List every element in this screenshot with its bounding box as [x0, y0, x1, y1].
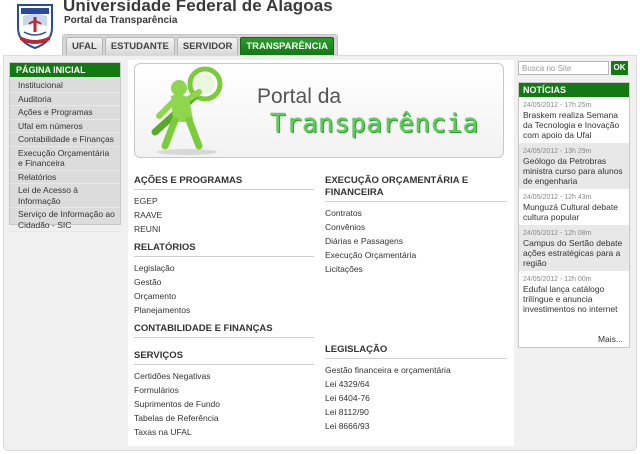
news-panel: NOTÍCIAS 24/05/2012 - 17h 25m Braskem re… — [518, 82, 630, 348]
news-item: 24/05/2012 - 12h 08m Campus do Sertão de… — [519, 225, 629, 271]
servicos-item-taxas[interactable]: Taxas na UFAL — [134, 425, 314, 439]
main-content: Portal da Transparência AÇÕES E PROGRAMA… — [128, 60, 514, 446]
legislacao-item-lei-8666[interactable]: Lei 8666/93 — [325, 419, 507, 433]
tab-ufal[interactable]: UFAL — [66, 37, 103, 55]
news-date: 24/05/2012 - 12h 43m — [523, 194, 592, 201]
news-item: 24/05/2012 - 12h 00m Edufal lança catálo… — [519, 271, 629, 317]
sidebar-item-sic[interactable]: Serviço de Informação ao Cidadão - SIC — [10, 208, 120, 232]
news-more-link[interactable]: Mais... — [598, 334, 623, 344]
search-button[interactable]: OK — [611, 61, 628, 75]
news-link[interactable]: Edufal lança catálogo trilíngue e anunci… — [523, 284, 626, 314]
main-tabs: UFAL ESTUDANTE SERVIDOR TRANSPARÊNCIA — [62, 34, 338, 56]
execucao-item-diarias[interactable]: Diárias e Passagens — [325, 234, 507, 248]
acoes-list: EGEP RAAVE REUNI — [134, 194, 314, 236]
news-link[interactable]: Munguzá Cultural debate cultura popular — [523, 202, 626, 222]
relatorios-item-orcamento[interactable]: Orçamento — [134, 289, 314, 303]
sidebar-item-execucao[interactable]: Execução Orçamentária e Financeira — [10, 147, 120, 171]
news-date: 24/05/2012 - 12h 00m — [523, 276, 592, 283]
relatorios-item-planejamentos[interactable]: Planejamentos — [134, 303, 314, 317]
ufal-logo[interactable] — [14, 2, 56, 50]
section-title-acoes[interactable]: AÇÕES E PROGRAMAS — [134, 175, 314, 190]
banner-title-line1: Portal da — [257, 85, 342, 108]
sidebar-menu: Institucional Auditoria Ações e Programa… — [10, 77, 120, 232]
left-sidebar: PÁGINA INICIAL Institucional Auditoria A… — [9, 62, 121, 232]
execucao-item-contratos[interactable]: Contratos — [325, 206, 507, 220]
sidebar-item-lei-acesso[interactable]: Lei de Acesso à Informação — [10, 184, 120, 208]
execucao-list: Contratos Convênios Diárias e Passagens … — [325, 206, 507, 276]
news-item: 24/05/2012 - 17h 25m Braskem realiza Sem… — [519, 97, 629, 143]
sidebar-item-institucional[interactable]: Institucional — [10, 79, 120, 93]
banner-title-line2: Transparência — [270, 109, 479, 139]
site-title: Universidade Federal de Alagoas — [63, 0, 333, 15]
legislacao-list: Gestão financeira e orçamentária Lei 432… — [325, 363, 507, 433]
sidebar-item-ufal-numeros[interactable]: Ufal em números — [10, 120, 120, 133]
news-item: 24/05/2012 - 12h 43m Munguzá Cultural de… — [519, 189, 629, 225]
tab-transparencia[interactable]: TRANSPARÊNCIA — [240, 37, 334, 55]
left-column: AÇÕES E PROGRAMAS EGEP RAAVE REUNI RELAT… — [134, 175, 314, 443]
site-subtitle: Portal da Transparência — [64, 15, 178, 26]
tab-estudante[interactable]: ESTUDANTE — [104, 37, 175, 55]
news-link[interactable]: Geólogo da Petrobras ministra curso para… — [523, 156, 626, 186]
section-title-execucao[interactable]: EXECUÇÃO ORÇAMENTÁRIA E FINANCEIRA — [325, 175, 507, 202]
execucao-item-execucao-orcamentaria[interactable]: Execução Orçamentária — [325, 248, 507, 262]
relatorios-list: Legislação Gestão Orçamento Planejamento… — [134, 261, 314, 317]
section-title-legislacao[interactable]: LEGISLAÇÃO — [325, 344, 507, 359]
servicos-list: Certidões Negativas Formulários Suprimen… — [134, 369, 314, 439]
site-header: Universidade Federal de Alagoas Portal d… — [0, 0, 640, 56]
servicos-item-formularios[interactable]: Formulários — [134, 383, 314, 397]
legislacao-item-gestao-financeira[interactable]: Gestão financeira e orçamentária — [325, 363, 507, 377]
servicos-item-certidoes[interactable]: Certidões Negativas — [134, 369, 314, 383]
sidebar-item-relatorios[interactable]: Relatórios — [10, 171, 120, 184]
section-title-relatorios[interactable]: RELATÓRIOS — [134, 242, 314, 257]
sidebar-item-acoes-programas[interactable]: Ações e Programas — [10, 106, 120, 120]
news-title: NOTÍCIAS — [519, 83, 629, 97]
acoes-item-reuni[interactable]: REUNI — [134, 222, 314, 236]
execucao-item-convenios[interactable]: Convênios — [325, 220, 507, 234]
sidebar-item-auditoria[interactable]: Auditoria — [10, 93, 120, 106]
relatorios-item-gestao[interactable]: Gestão — [134, 275, 314, 289]
relatorios-item-legislacao[interactable]: Legislação — [134, 261, 314, 275]
acoes-item-raave[interactable]: RAAVE — [134, 208, 314, 222]
news-link[interactable]: Braskem realiza Semana da Tecnologia e I… — [523, 110, 626, 140]
legislacao-item-lei-6404[interactable]: Lei 6404-76 — [325, 391, 507, 405]
news-date: 24/05/2012 - 17h 25m — [523, 102, 592, 109]
right-column: EXECUÇÃO ORÇAMENTÁRIA E FINANCEIRA Contr… — [325, 175, 507, 437]
sidebar-title[interactable]: PÁGINA INICIAL — [10, 63, 120, 77]
search-input[interactable] — [518, 61, 609, 75]
news-date: 24/05/2012 - 12h 08m — [523, 230, 592, 237]
sidebar-item-contabilidade[interactable]: Contabilidade e Finanças — [10, 133, 120, 147]
acoes-item-egep[interactable]: EGEP — [134, 194, 314, 208]
tab-servidor[interactable]: SERVIDOR — [176, 37, 239, 55]
servicos-item-tabelas[interactable]: Tabelas de Referência — [134, 411, 314, 425]
portal-banner: Portal da Transparência — [134, 63, 504, 158]
section-title-contabilidade[interactable]: CONTABILIDADE E FINANÇAS — [134, 323, 314, 338]
legislacao-item-lei-4329[interactable]: Lei 4329/64 — [325, 377, 507, 391]
news-date: 24/05/2012 - 13h 29m — [523, 148, 592, 155]
section-title-servicos[interactable]: SERVIÇOS — [134, 350, 314, 365]
news-link[interactable]: Campus do Sertão debate ações estratégic… — [523, 238, 626, 268]
servicos-item-suprimentos[interactable]: Suprimentos de Fundo — [134, 397, 314, 411]
execucao-item-licitacoes[interactable]: Licitações — [325, 262, 507, 276]
news-item: 24/05/2012 - 13h 29m Geólogo da Petrobra… — [519, 143, 629, 189]
legislacao-item-lei-8112[interactable]: Lei 8112/90 — [325, 405, 507, 419]
mascot-magnifier-illustration — [137, 66, 247, 156]
